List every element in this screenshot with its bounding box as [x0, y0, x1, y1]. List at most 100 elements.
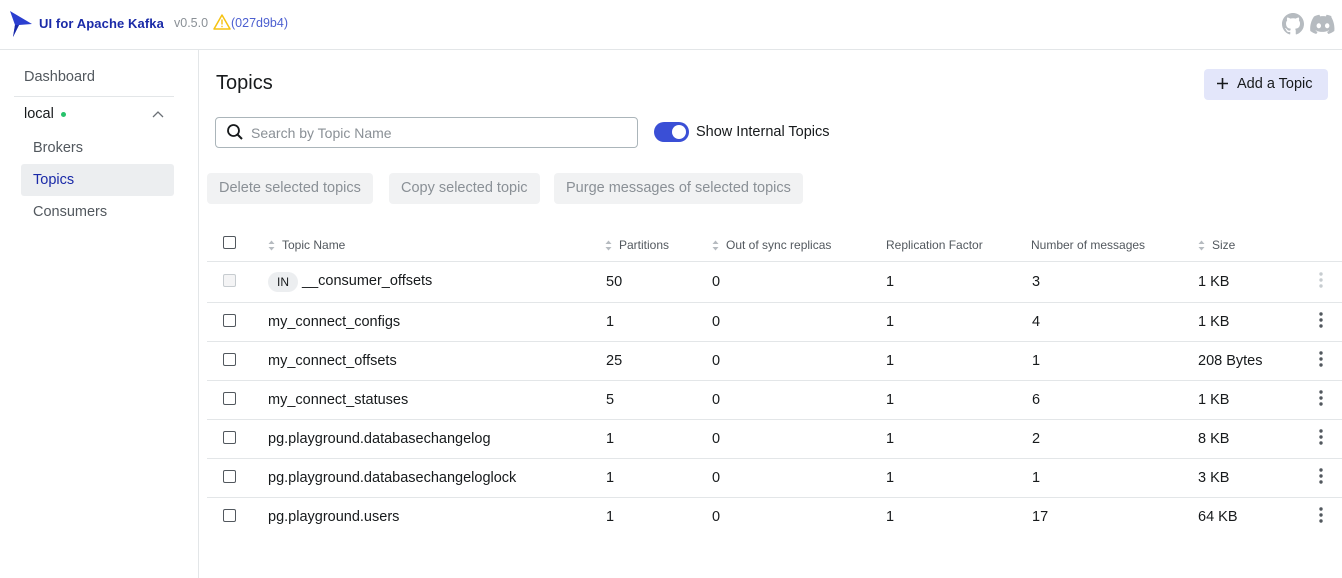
sidebar-item-consumers[interactable]: Consumers	[21, 196, 174, 228]
app-title[interactable]: UI for Apache Kafka	[39, 16, 164, 31]
size-cell: 1 KB	[1198, 274, 1230, 290]
partitions-cell: 1	[606, 470, 615, 486]
more-options-icon[interactable]	[1317, 311, 1325, 329]
row-checkbox[interactable]	[223, 392, 236, 405]
row-checkbox[interactable]	[223, 470, 236, 483]
partitions-cell: 25	[606, 353, 623, 369]
topic-name-link[interactable]: my_connect_statuses	[268, 392, 408, 408]
more-options-icon[interactable]	[1317, 389, 1325, 407]
out-of-sync-cell: 0	[712, 314, 721, 330]
toggle-knob	[672, 125, 686, 139]
version-label: v0.5.0	[174, 16, 209, 30]
sidebar-item-dashboard[interactable]: Dashboard	[24, 69, 95, 85]
warning-icon[interactable]	[213, 14, 231, 30]
messages-cell: 1	[1032, 353, 1041, 369]
show-internal-topics-label: Show Internal Topics	[696, 124, 830, 140]
table-header-divider	[207, 261, 1342, 262]
search-icon	[227, 124, 243, 140]
chevron-up-icon[interactable]	[152, 110, 164, 118]
select-all-checkbox[interactable]	[223, 236, 236, 249]
out-of-sync-cell: 0	[712, 274, 721, 290]
out-of-sync-cell: 0	[712, 353, 721, 369]
replication-cell: 1	[886, 431, 895, 447]
replication-cell: 1	[886, 470, 895, 486]
column-header-number-of-messages: Number of messages	[1031, 238, 1146, 252]
replication-cell: 1	[886, 274, 895, 290]
out-of-sync-cell: 0	[712, 509, 721, 525]
sort-icon[interactable]	[1198, 240, 1205, 251]
plus-icon[interactable]	[1216, 77, 1229, 90]
messages-cell: 3	[1032, 274, 1041, 290]
replication-cell: 1	[886, 353, 895, 369]
out-of-sync-cell: 0	[712, 470, 721, 486]
delete-selected-topics-button[interactable]: Delete selected topics	[207, 173, 373, 204]
sort-icon[interactable]	[712, 240, 719, 251]
sidebar-item-topics[interactable]: Topics	[21, 164, 174, 196]
topic-name-link[interactable]: pg.playground.users	[268, 509, 399, 525]
more-options-icon[interactable]	[1317, 506, 1325, 524]
column-header-partitions[interactable]: Partitions	[619, 238, 669, 252]
sidebar-item-brokers[interactable]: Brokers	[21, 132, 174, 164]
show-internal-topics-toggle[interactable]	[654, 122, 689, 142]
search-input[interactable]	[251, 118, 631, 147]
sidebar: Dashboard local Brokers Topics Consumers	[0, 50, 199, 578]
partitions-cell: 1	[606, 314, 615, 330]
row-checkbox	[223, 274, 236, 287]
row-divider	[207, 497, 1342, 498]
messages-cell: 2	[1032, 431, 1041, 447]
sidebar-divider	[14, 96, 174, 97]
row-divider	[207, 458, 1342, 459]
partitions-cell: 5	[606, 392, 615, 408]
row-checkbox[interactable]	[223, 509, 236, 522]
size-cell: 208 Bytes	[1198, 353, 1263, 369]
commit-link[interactable]: (027d9b4)	[231, 16, 288, 30]
more-options-icon	[1319, 272, 1323, 288]
search-box	[215, 117, 638, 148]
row-divider	[207, 380, 1342, 381]
partitions-cell: 1	[606, 509, 615, 525]
size-cell: 3 KB	[1198, 470, 1230, 486]
page-title: Topics	[216, 72, 273, 94]
github-icon[interactable]	[1282, 13, 1304, 35]
row-checkbox[interactable]	[223, 431, 236, 444]
topic-name-link[interactable]: my_connect_offsets	[268, 353, 397, 369]
messages-cell: 6	[1032, 392, 1041, 408]
topic-name-link[interactable]: my_connect_configs	[268, 314, 400, 330]
messages-cell: 1	[1032, 470, 1041, 486]
column-header-topic-name[interactable]: Topic Name	[282, 238, 345, 252]
size-cell: 64 KB	[1198, 509, 1238, 525]
more-options-icon[interactable]	[1317, 467, 1325, 485]
row-divider	[207, 341, 1342, 342]
partitions-cell: 50	[606, 274, 623, 290]
row-divider	[207, 419, 1342, 420]
top-navbar: UI for Apache Kafka v0.5.0 (027d9b4)	[0, 0, 1342, 50]
column-header-out-of-sync[interactable]: Out of sync replicas	[726, 238, 831, 252]
discord-icon[interactable]	[1310, 13, 1336, 35]
replication-cell: 1	[886, 392, 895, 408]
cluster-name[interactable]: local	[24, 106, 54, 122]
row-checkbox[interactable]	[223, 314, 236, 327]
size-cell: 1 KB	[1198, 392, 1230, 408]
replication-cell: 1	[886, 509, 895, 525]
topic-name-link[interactable]: __consumer_offsets	[302, 273, 432, 289]
column-header-size[interactable]: Size	[1212, 238, 1235, 252]
internal-badge: IN	[268, 272, 298, 292]
row-checkbox[interactable]	[223, 353, 236, 366]
size-cell: 1 KB	[1198, 314, 1230, 330]
topic-name-link[interactable]: pg.playground.databasechangelog	[268, 431, 491, 447]
column-header-replication-factor: Replication Factor	[886, 238, 983, 252]
out-of-sync-cell: 0	[712, 392, 721, 408]
copy-selected-topic-button[interactable]: Copy selected topic	[389, 173, 540, 204]
size-cell: 8 KB	[1198, 431, 1230, 447]
row-divider	[207, 302, 1342, 303]
topic-name-link[interactable]: pg.playground.databasechangeloglock	[268, 470, 516, 486]
replication-cell: 1	[886, 314, 895, 330]
sort-icon[interactable]	[605, 240, 612, 251]
sort-icon[interactable]	[268, 240, 275, 251]
purge-messages-button[interactable]: Purge messages of selected topics	[554, 173, 803, 204]
more-options-icon[interactable]	[1317, 350, 1325, 368]
cluster-status-dot	[61, 112, 66, 117]
logo-icon[interactable]	[9, 10, 33, 38]
more-options-icon[interactable]	[1317, 428, 1325, 446]
messages-cell: 17	[1032, 509, 1049, 525]
